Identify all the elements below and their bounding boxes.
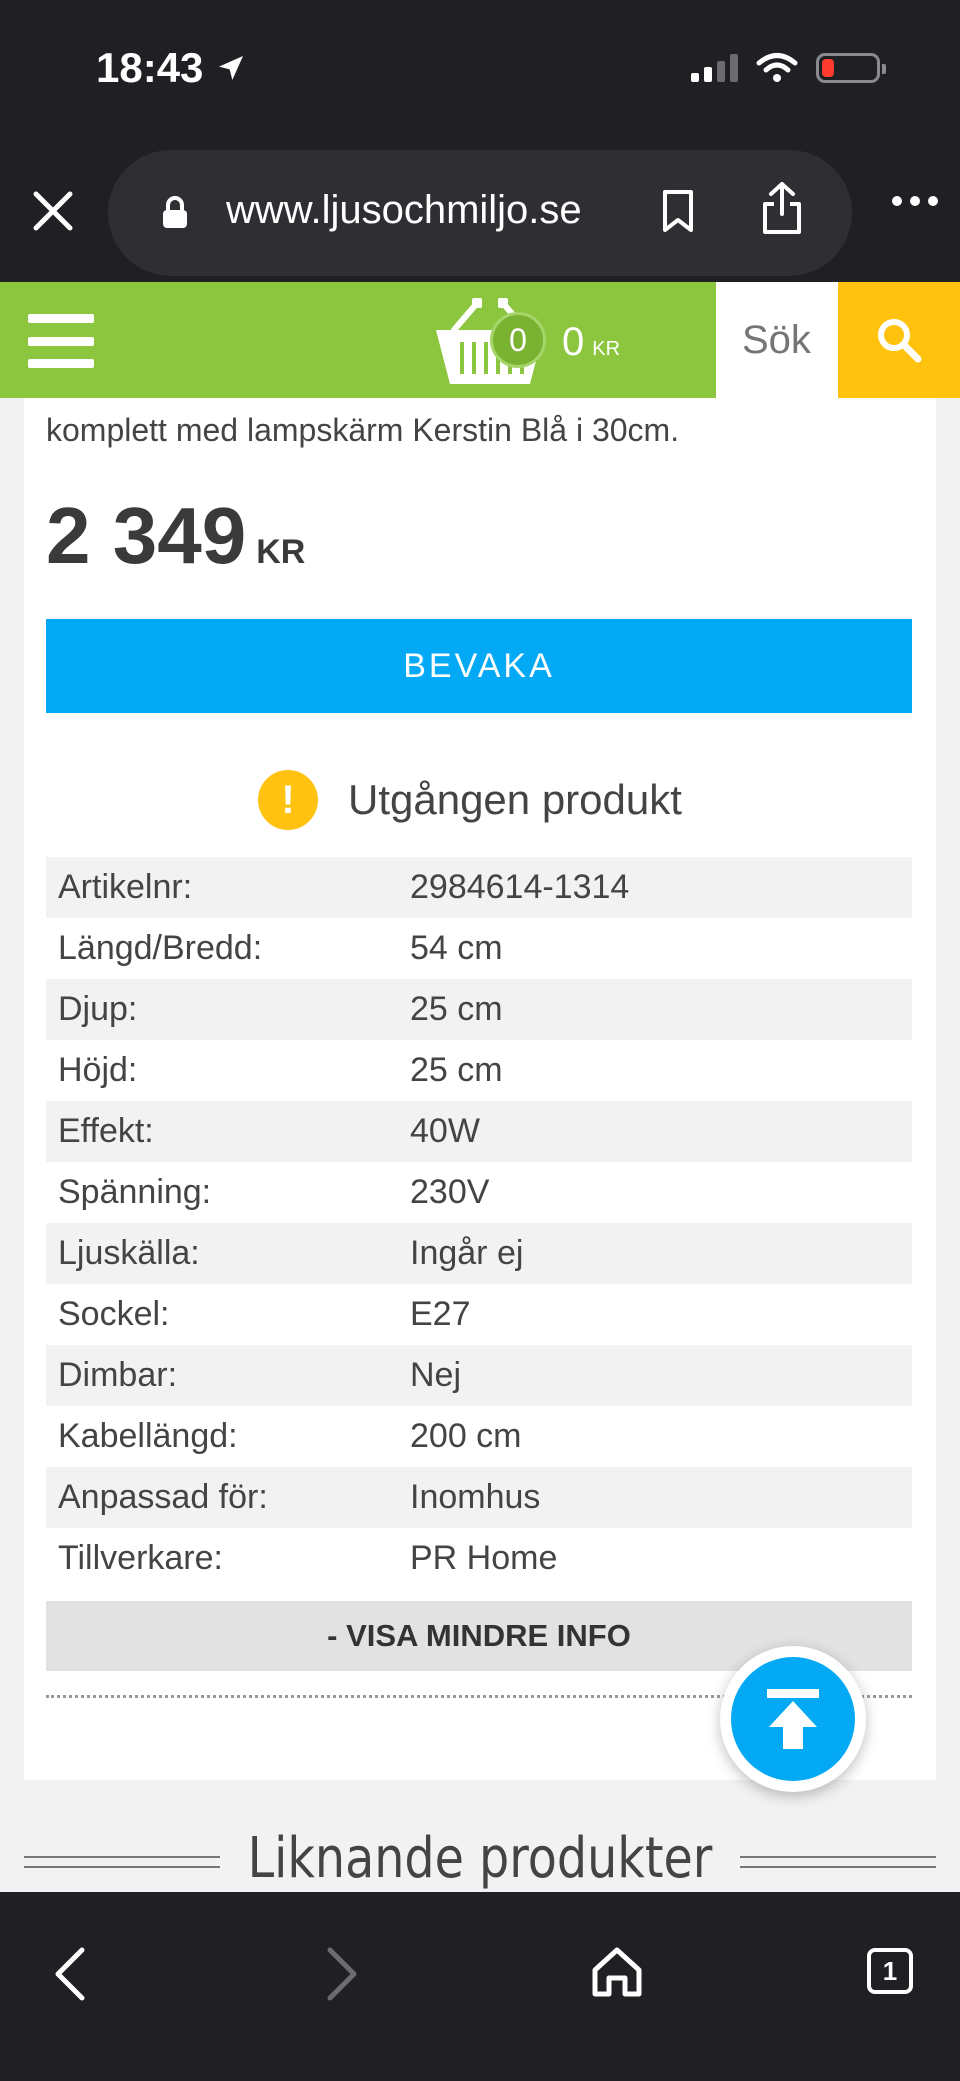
spec-value: PR Home — [410, 1539, 558, 1577]
status-text: Utgången produkt — [348, 776, 682, 823]
product-status: ! Utgången produkt — [258, 770, 682, 830]
scroll-to-top-button[interactable] — [720, 1646, 866, 1792]
spec-row: Anpassad för: Inomhus — [46, 1467, 912, 1528]
cart-total-amount: 0 — [562, 320, 585, 364]
spec-key: Ljuskälla: — [46, 1223, 398, 1284]
battery-icon — [816, 53, 886, 83]
spec-key: Artikelnr: — [46, 857, 398, 918]
status-time: 18:43 — [96, 44, 247, 92]
home-icon[interactable] — [590, 1944, 644, 2000]
spec-value: Ingår ej — [398, 1223, 912, 1284]
wifi-icon — [756, 53, 798, 82]
spec-value: 54 cm — [410, 929, 503, 967]
warning-icon: ! — [258, 770, 318, 830]
scroll-to-top-icon — [767, 1689, 819, 1749]
product-card: komplett med lampskärm Kerstin Blå i 30c… — [24, 398, 936, 1780]
search-icon — [878, 319, 922, 363]
watch-button[interactable]: BEVAKA — [46, 619, 912, 713]
spec-row: Kabellängd: 200 cm — [46, 1406, 912, 1467]
location-arrow-icon — [219, 56, 244, 80]
cart-total-currency: KR — [592, 338, 621, 360]
lock-icon — [163, 196, 187, 228]
product-description: komplett med lampskärm Kerstin Blå i 30c… — [46, 412, 680, 448]
spec-value: Inomhus — [398, 1467, 912, 1528]
spec-value: Nej — [398, 1345, 912, 1406]
address-bar[interactable]: www.ljusochmiljo.se — [108, 150, 852, 276]
spec-key: Kabellängd: — [58, 1417, 238, 1455]
price-amount: 2 349 — [46, 491, 247, 580]
spec-key: Dimbar: — [46, 1345, 398, 1406]
spec-value: 200 cm — [410, 1417, 522, 1455]
spec-row: Spänning: 230V — [46, 1162, 912, 1223]
forward-arrow-icon[interactable] — [322, 1944, 362, 2004]
spec-row: Dimbar: Nej — [46, 1345, 912, 1406]
hamburger-menu-icon[interactable] — [28, 314, 94, 368]
spec-value: 25 cm — [410, 1051, 503, 1089]
spec-row: Ljuskälla: Ingår ej — [46, 1223, 912, 1284]
spec-row: Längd/Bredd: 54 cm — [46, 918, 912, 979]
spec-table: Artikelnr: 2984614-1314 Längd/Bredd: 54 cm D… — [46, 857, 912, 1589]
spec-key: Spänning: — [58, 1173, 212, 1211]
spec-row: Effekt: 40W — [46, 1101, 912, 1162]
bookmark-icon[interactable] — [660, 188, 696, 234]
spec-row: Djup: 25 cm — [46, 979, 912, 1040]
url-text: www.ljusochmiljo.se — [226, 188, 582, 232]
browser-toolbar: 1 — [0, 1892, 960, 2081]
spec-value: E27 — [410, 1295, 471, 1333]
site-header: 0 0 KR — [0, 282, 960, 398]
spec-key: Effekt: — [46, 1101, 398, 1162]
spec-row: Artikelnr: 2984614-1314 — [46, 857, 912, 918]
search-button[interactable] — [838, 282, 960, 398]
search-input[interactable] — [716, 282, 838, 398]
spec-value: 2984614-1314 — [398, 857, 912, 918]
price-currency: KR — [256, 533, 306, 571]
more-icon[interactable] — [892, 196, 938, 206]
spec-key: Längd/Bredd: — [58, 929, 263, 967]
heading-rule-right — [740, 1856, 936, 1868]
spec-value: 230V — [410, 1173, 490, 1211]
tabs-icon[interactable]: 1 — [867, 1948, 913, 1994]
spec-key: Djup: — [46, 979, 398, 1040]
spec-value: 40W — [398, 1101, 912, 1162]
cart-total[interactable]: 0 KR — [562, 320, 620, 365]
clock-text: 18:43 — [96, 44, 204, 91]
spec-key: Anpassad för: — [46, 1467, 398, 1528]
spec-row: Höjd: 25 cm — [46, 1040, 912, 1101]
product-price: 2 349 KR — [46, 490, 305, 582]
spec-row: Tillverkare: PR Home — [46, 1528, 912, 1589]
spec-key: Tillverkare: — [58, 1539, 223, 1577]
similar-products-heading: Liknande produkter — [0, 1826, 960, 1892]
browser-chrome: 18:43 www.ljusochmiljo.se — [0, 0, 960, 282]
status-indicators — [691, 52, 886, 84]
spec-key: Höjd: — [58, 1051, 138, 1089]
spec-value: 25 cm — [398, 979, 912, 1040]
close-icon[interactable] — [30, 188, 76, 234]
share-icon[interactable] — [760, 180, 804, 236]
back-arrow-icon[interactable] — [50, 1944, 90, 2004]
cellular-signal-icon — [691, 54, 738, 82]
cart-count-badge[interactable]: 0 — [490, 312, 546, 368]
spec-key: Sockel: — [58, 1295, 170, 1333]
spec-row: Sockel: E27 — [46, 1284, 912, 1345]
